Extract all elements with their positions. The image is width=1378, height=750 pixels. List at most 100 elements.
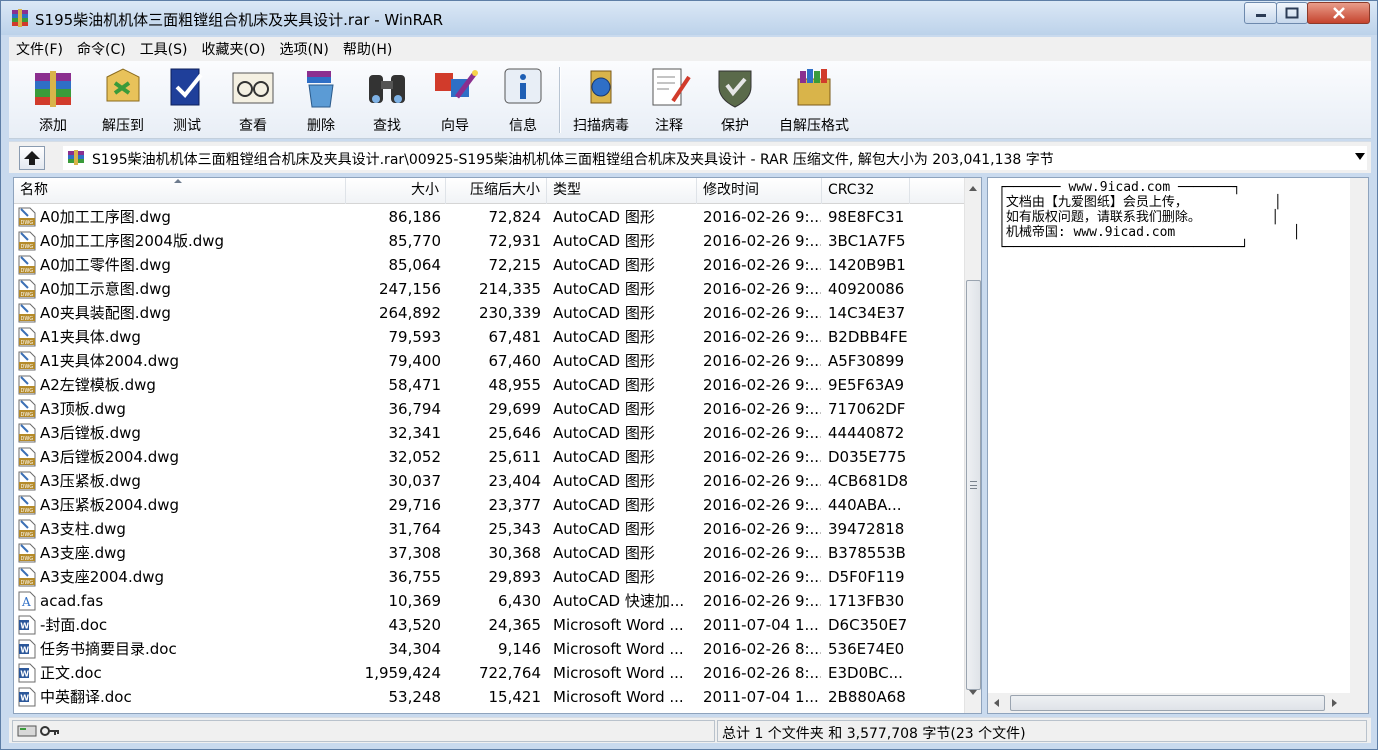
svg-text:DWG: DWG [21,532,34,538]
svg-text:DWG: DWG [21,388,34,394]
comment-button[interactable]: 注释 [647,63,691,135]
file-type: AutoCAD 图形 [553,328,655,346]
doc-file-icon: W [18,687,36,707]
scroll-thumb[interactable] [966,280,981,690]
menu-tools[interactable]: 工具(S) [133,39,195,59]
doc-file-icon: W [18,639,36,659]
file-size: 86,186 [388,208,442,226]
file-row[interactable]: W 正文.doc 1,959,424 722,764 Microsoft Word ..… [14,661,962,685]
file-row[interactable]: DWG A2左镗模板.dwg 58,471 48,955 AutoCAD 图形 2016-… [14,373,962,397]
file-name: A1夹具体.dwg [40,328,141,346]
file-name: A0加工工序图.dwg [40,208,171,226]
menu-options[interactable]: 选项(N) [272,39,335,59]
file-row[interactable]: W 中英翻译.doc 53,248 15,421 Microsoft Word ... 2… [14,685,962,709]
file-packed: 15,421 [488,688,542,706]
menu-favorites[interactable]: 收藏夹(O) [195,39,273,59]
file-crc: 536E74E0 [828,640,905,658]
file-name: A0加工零件图.dwg [40,256,171,274]
file-row[interactable]: DWG A3顶板.dwg 36,794 29,699 AutoCAD 图形 2016-02… [14,397,962,421]
file-row[interactable]: DWG A0加工工序图.dwg 86,186 72,824 AutoCAD 图形 2016… [14,205,962,229]
comment-hscrollbar[interactable] [988,693,1368,713]
file-list: 名称 大小 压缩后大小 类型 修改时间 CRC32 DWG A0加工工序图.dwg… [13,177,982,714]
col-packed-label: 压缩后大小 [470,182,540,198]
virus-scan-button[interactable]: 扫描病毒 [569,63,633,135]
scroll-down-icon[interactable] [969,690,977,695]
file-row[interactable]: DWG A3支柱.dwg 31,764 25,343 AutoCAD 图形 2016-02… [14,517,962,541]
find-button[interactable]: 查找 [365,63,409,135]
view-icon [232,72,274,104]
view-button[interactable]: 查看 [231,63,275,135]
col-type-label: 类型 [553,182,581,198]
winrar-window: S195柴油机机体三面粗镗组合机床及夹具设计.rar - WinRAR 文件(F… [0,0,1378,750]
minimize-button[interactable] [1244,2,1277,24]
svg-text:A: A [21,595,31,609]
file-row[interactable]: DWG A0加工工序图2004版.dwg 85,770 72,931 AutoCAD 图… [14,229,962,253]
close-button[interactable] [1307,2,1370,24]
scroll-left-icon[interactable] [994,699,999,707]
up-folder-button[interactable] [19,146,45,170]
file-row[interactable]: W 任务书摘要目录.doc 34,304 9,146 Microsoft Word ..… [14,637,962,661]
hscroll-thumb[interactable] [1010,695,1325,711]
scroll-right-icon[interactable] [1332,699,1337,707]
file-size: 31,764 [388,520,442,538]
add-button[interactable]: 添加 [31,63,75,135]
path-combobox[interactable]: S195柴油机机体三面粗镗组合机床及夹具设计.rar\00925-S195柴油机… [63,146,1367,170]
file-name: A3压紧板2004.dwg [40,496,180,514]
file-list-scrollbar[interactable] [964,178,981,713]
file-row[interactable]: DWG A1夹具体2004.dwg 79,400 67,460 AutoCAD 图形 20… [14,349,962,373]
file-modified: 2016-02-26 9:... [703,256,821,274]
file-row[interactable]: DWG A1夹具体.dwg 79,593 67,481 AutoCAD 图形 2016-0… [14,325,962,349]
title-bar[interactable]: S195柴油机机体三面粗镗组合机床及夹具设计.rar - WinRAR [1,1,1377,35]
wizard-label: 向导 [441,118,469,134]
scroll-up-icon[interactable] [969,186,977,191]
column-header: 名称 大小 压缩后大小 类型 修改时间 CRC32 [14,178,964,204]
menu-commands[interactable]: 命令(C) [70,39,133,59]
comment-vscrollbar[interactable] [1350,178,1368,693]
file-row[interactable]: DWG A3支座2004.dwg 36,755 29,893 AutoCAD 图形 201… [14,565,962,589]
file-modified: 2016-02-26 9:... [703,568,821,586]
file-packed: 23,377 [488,496,542,514]
file-row[interactable]: DWG A0加工零件图.dwg 85,064 72,215 AutoCAD 图形 2016… [14,253,962,277]
file-row[interactable]: DWG A3压紧板.dwg 30,037 23,404 AutoCAD 图形 2016-0… [14,469,962,493]
status-left [12,720,715,742]
dwg-file-icon: DWG [18,447,36,467]
file-row[interactable]: DWG A0夹具装配图.dwg 264,892 230,339 AutoCAD 图形 20… [14,301,962,325]
file-row[interactable]: DWG A3后镗板.dwg 32,341 25,646 AutoCAD 图形 2016-0… [14,421,962,445]
info-button[interactable]: 信息 [501,63,545,135]
file-row[interactable]: DWG A3支座.dwg 37,308 30,368 AutoCAD 图形 2016-02… [14,541,962,565]
col-size[interactable]: 大小 [346,178,446,204]
dropdown-arrow-icon[interactable] [1355,153,1365,160]
protect-button[interactable]: 保护 [713,63,757,135]
test-button[interactable]: 测试 [165,63,209,135]
col-packed[interactable]: 压缩后大小 [446,178,547,204]
svg-text:DWG: DWG [21,508,34,514]
virus-scan-label: 扫描病毒 [573,118,629,134]
sfx-button[interactable]: 自解压格式 [774,63,854,135]
extract-to-button[interactable]: 解压到 [95,63,151,135]
wizard-button[interactable]: 向导 [433,63,478,135]
file-modified: 2016-02-26 9:... [703,328,821,346]
menu-help[interactable]: 帮助(H) [336,39,399,59]
file-row[interactable]: DWG A0加工示意图.dwg 247,156 214,335 AutoCAD 图形 20… [14,277,962,301]
file-packed: 30,368 [488,544,542,562]
col-crc[interactable]: CRC32 [822,178,910,204]
file-type: Microsoft Word ... [553,616,684,634]
dwg-file-icon: DWG [18,351,36,371]
menu-file[interactable]: 文件(F) [9,39,70,59]
file-modified: 2016-02-26 9:... [703,472,821,490]
delete-button[interactable]: 删除 [299,63,343,135]
file-crc: D5F0F119 [828,568,905,586]
file-type: AutoCAD 图形 [553,400,655,418]
file-modified: 2016-02-26 8:... [703,664,821,682]
file-row[interactable]: W -封面.doc 43,520 24,365 Microsoft Word ... 20… [14,613,962,637]
file-row[interactable]: DWG A3压紧板2004.dwg 29,716 23,377 AutoCAD 图形 20… [14,493,962,517]
file-modified: 2016-02-26 9:... [703,304,821,322]
file-row[interactable]: DWG A3后镗板2004.dwg 32,052 25,611 AutoCAD 图形 20… [14,445,962,469]
file-row[interactable]: Aacad.fas 10,369 6,430 AutoCAD 快速加... 2016-0… [14,589,962,613]
sfx-icon [797,69,831,106]
col-modified[interactable]: 修改时间 [697,178,822,204]
maximize-button[interactable] [1276,2,1308,24]
col-name[interactable]: 名称 [14,178,346,204]
col-type[interactable]: 类型 [547,178,697,204]
file-packed: 72,215 [488,256,542,274]
